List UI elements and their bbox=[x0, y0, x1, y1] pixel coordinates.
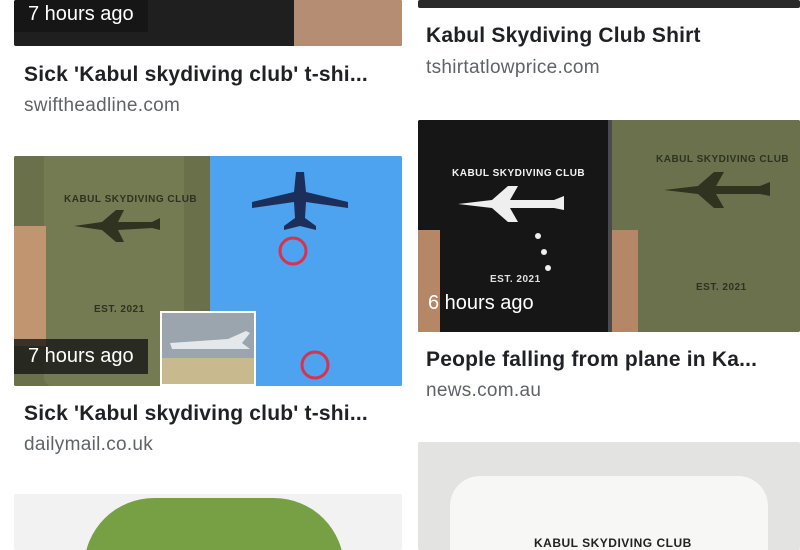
tattooed-arm-graphic bbox=[14, 226, 46, 346]
result-thumbnail[interactable]: KABUL SKYDIVING CLUB EST. 2021 7 hours a… bbox=[14, 156, 402, 386]
shirt-print-text: EST. 2021 bbox=[696, 282, 747, 293]
image-result-card[interactable] bbox=[14, 494, 402, 550]
image-result-card[interactable]: Kabul Skydiving Club Shirt tshirtatlowpr… bbox=[418, 0, 800, 90]
result-thumbnail[interactable]: KABUL SKYDIVING CLUB EST. 2021 KABUL SKY… bbox=[418, 120, 800, 332]
time-badge: 7 hours ago bbox=[14, 339, 148, 374]
plane-print-graphic bbox=[458, 186, 564, 222]
shirt-print-text: KABUL SKYDIVING CLUB bbox=[64, 194, 198, 205]
circle-marker-icon bbox=[300, 350, 330, 380]
time-badge: 6 hours ago bbox=[428, 292, 534, 314]
shirt-print-text: KABUL SKYDIVING CLUB bbox=[452, 168, 586, 179]
shirt-print-text: EST. 2021 bbox=[490, 274, 541, 285]
airplane-icon bbox=[252, 172, 348, 230]
result-thumbnail[interactable] bbox=[418, 0, 800, 8]
green-tshirt-graphic bbox=[84, 498, 344, 550]
result-source: swiftheadline.com bbox=[24, 95, 181, 116]
tarmac-graphic bbox=[162, 358, 254, 384]
result-source: tshirtatlowprice.com bbox=[426, 57, 600, 78]
tattooed-arm-graphic bbox=[294, 0, 402, 46]
result-thumbnail[interactable] bbox=[14, 494, 402, 550]
olive-shirt-photo: KABUL SKYDIVING CLUB EST. 2021 bbox=[612, 120, 800, 332]
shirt-print-text: KABUL SKYDIVING CLUB bbox=[534, 536, 692, 550]
image-result-card[interactable]: KABUL SKYDIVING CLUB bbox=[418, 442, 800, 550]
white-tshirt-graphic: KABUL SKYDIVING CLUB bbox=[450, 476, 768, 550]
image-result-card[interactable]: KABUL SKYDIVING CLUB EST. 2021 KABUL SKY… bbox=[418, 120, 800, 410]
image-result-card[interactable]: 7 hours ago Sick 'Kabul skydiving club' … bbox=[14, 0, 402, 125]
result-source: dailymail.co.uk bbox=[24, 434, 154, 455]
result-source: news.com.au bbox=[426, 380, 542, 401]
result-title[interactable]: Sick 'Kabul skydiving club' t-shi... bbox=[24, 63, 402, 87]
image-result-card[interactable]: KABUL SKYDIVING CLUB EST. 2021 7 hours a… bbox=[14, 156, 402, 456]
time-badge: 7 hours ago bbox=[14, 0, 148, 32]
result-title[interactable]: Sick 'Kabul skydiving club' t-shi... bbox=[24, 402, 402, 426]
parked-plane-graphic bbox=[170, 331, 250, 349]
shirt-print-text: KABUL SKYDIVING CLUB bbox=[656, 154, 790, 165]
inset-photo bbox=[160, 311, 256, 386]
plane-print-graphic bbox=[74, 210, 160, 242]
result-thumbnail[interactable]: KABUL SKYDIVING CLUB bbox=[418, 442, 800, 550]
circle-marker-icon bbox=[278, 236, 308, 266]
tattooed-arm-graphic bbox=[612, 230, 638, 332]
falling-figures-graphic bbox=[535, 233, 551, 271]
plane-print-graphic bbox=[664, 172, 770, 208]
result-thumbnail[interactable]: 7 hours ago bbox=[14, 0, 402, 46]
result-title[interactable]: People falling from plane in Ka... bbox=[426, 348, 800, 372]
shirt-print-text: EST. 2021 bbox=[94, 304, 145, 315]
result-title[interactable]: Kabul Skydiving Club Shirt bbox=[426, 24, 800, 48]
